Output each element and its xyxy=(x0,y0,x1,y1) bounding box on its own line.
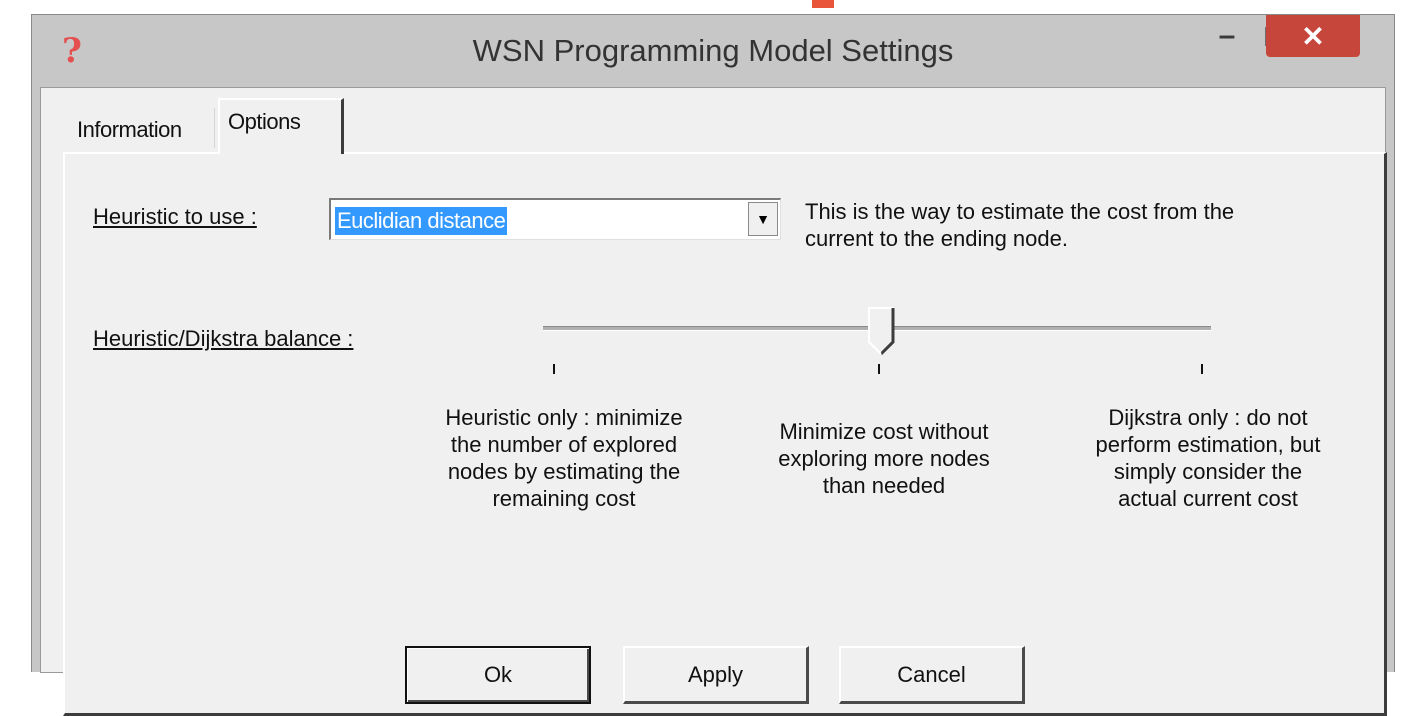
balance-slider-thumb[interactable] xyxy=(867,306,897,356)
caption-line: simply consider the xyxy=(1113,459,1303,484)
tab-information[interactable]: Information xyxy=(69,108,215,148)
heuristic-description-line: This is the way to estimate the cost fro… xyxy=(805,199,1235,224)
heuristic-only-caption: Heuristic only : minimize the number of … xyxy=(401,404,727,512)
settings-window: ? WSN Programming Model Settings – ✕ Inf… xyxy=(31,14,1395,716)
window-title: WSN Programming Model Settings xyxy=(472,33,954,68)
caption-line: than needed xyxy=(822,473,946,498)
title-bar[interactable]: ? WSN Programming Model Settings – ✕ xyxy=(32,15,1394,87)
ok-button[interactable]: Ok xyxy=(405,646,591,704)
minimize-icon: – xyxy=(1218,19,1236,52)
caption-line: actual current cost xyxy=(1118,486,1298,511)
dropdown-arrow-button[interactable]: ▼ xyxy=(748,202,778,236)
close-icon: ✕ xyxy=(1301,20,1325,52)
balance-label: Heuristic/Dijkstra balance : xyxy=(93,326,354,351)
caption-line: nodes by estimating the xyxy=(447,459,681,484)
options-panel: Heuristic to use : Euclidian distance ▼ … xyxy=(63,152,1387,716)
balanced-caption: Minimize cost without exploring more nod… xyxy=(741,418,1027,499)
heuristic-selected-value: Euclidian distance xyxy=(335,207,508,235)
heuristic-label: Heuristic to use : xyxy=(93,204,257,229)
close-button[interactable]: ✕ xyxy=(1266,15,1360,57)
caption-line: the number of explored xyxy=(450,432,678,457)
caption-line: Dijkstra only : do not xyxy=(1108,405,1308,430)
caption-line: Heuristic only : minimize xyxy=(445,405,683,430)
slider-tick-mid xyxy=(878,364,880,374)
caption-line: remaining cost xyxy=(492,486,636,511)
dialog-client: Information Options Heuristic to use : E… xyxy=(40,87,1387,716)
chevron-down-icon: ▼ xyxy=(756,211,770,227)
heuristic-description-line: current to the ending node. xyxy=(805,226,1068,251)
cancel-button[interactable]: Cancel xyxy=(839,646,1025,704)
slider-tick-min xyxy=(553,364,555,374)
heuristic-select[interactable]: Euclidian distance ▼ xyxy=(329,198,781,240)
background-accent xyxy=(812,0,834,8)
caption-line: exploring more nodes xyxy=(778,446,990,471)
caption-line: perform estimation, but xyxy=(1095,432,1321,457)
caption-line: Minimize cost without xyxy=(779,419,989,444)
tab-options[interactable]: Options xyxy=(218,98,344,154)
dijkstra-only-caption: Dijkstra only : do not perform estimatio… xyxy=(1055,404,1361,512)
slider-tick-max xyxy=(1201,364,1203,374)
minimize-button[interactable]: – xyxy=(1202,15,1252,57)
apply-button[interactable]: Apply xyxy=(623,646,809,704)
heuristic-description: This is the way to estimate the cost fro… xyxy=(805,198,1234,252)
